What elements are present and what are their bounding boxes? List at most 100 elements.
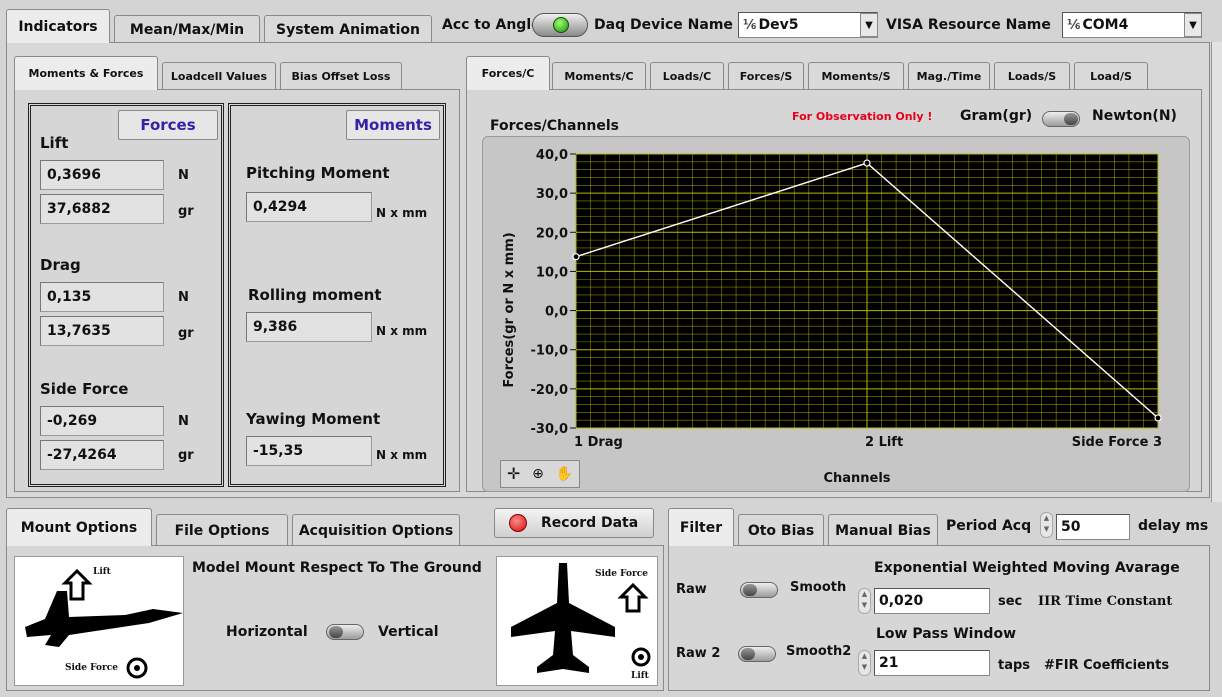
tab-moments-c[interactable]: Moments/C (552, 62, 646, 90)
smooth2-toggle[interactable] (738, 646, 776, 662)
y-tick-label: -20,0 (531, 383, 568, 398)
daq-dropdown-arrow[interactable]: ▼ (860, 13, 878, 37)
ewma-spinner[interactable]: ▲ ▼ (858, 588, 871, 614)
y-tick-label: -30,0 (531, 422, 568, 437)
side-force-gr-unit: gr (178, 448, 194, 463)
tab-forces-s[interactable]: Forces/S (728, 62, 804, 90)
acc-to-angle-toggle[interactable] (532, 13, 588, 37)
tab-indicators[interactable]: Indicators (6, 9, 110, 43)
moments-button[interactable]: Moments (346, 110, 440, 140)
lpw-title: Low Pass Window (876, 626, 1016, 642)
mount-orientation-toggle[interactable] (326, 624, 364, 640)
lpw-unit: taps (998, 658, 1031, 673)
tab-forces-c[interactable]: Forces/C (466, 56, 550, 90)
mount-title: Model Mount Respect To The Ground (192, 560, 482, 576)
pitching-moment-unit: N x mm (376, 206, 428, 220)
acc-to-angle-label: Acc to Angle (442, 17, 541, 33)
unit-toggle[interactable] (1042, 111, 1080, 127)
delay-ms-unit: delay ms (1138, 518, 1209, 534)
visa-resource-value: COM4 (1082, 17, 1129, 33)
side-force-gr-value: -27,4264 (40, 440, 164, 470)
tab-moments-forces[interactable]: Moments & Forces (14, 56, 158, 90)
lpw-input[interactable]: 21 (874, 650, 990, 676)
tab-acquisition-options[interactable]: Acquisition Options (292, 514, 460, 546)
visa-resource-select[interactable]: ⅙ COM4 (1062, 12, 1202, 38)
tab-loads-s[interactable]: Loads/S (994, 62, 1070, 90)
y-tick-label: -10,0 (531, 344, 568, 359)
data-point (572, 253, 580, 261)
x-tick-label: 2 Lift (865, 435, 903, 450)
visa-dropdown-arrow[interactable]: ▼ (1184, 13, 1202, 37)
lpw-spinner[interactable]: ▲ ▼ (858, 650, 871, 676)
toggle-led (553, 17, 569, 33)
smooth-label: Smooth (790, 580, 847, 595)
tab-mount-options[interactable]: Mount Options (6, 508, 152, 546)
drag-n-unit: N (178, 290, 189, 305)
forces-button[interactable]: Forces (118, 110, 218, 140)
daq-device-select[interactable]: ⅙ Dev5 (738, 12, 878, 38)
y-tick-label: 30,0 (536, 187, 568, 202)
y-tick-label: 20,0 (536, 226, 568, 241)
lift-small-label: Lift (93, 567, 111, 577)
daq-device-label: Daq Device Name (594, 17, 733, 33)
lift-label: Lift (40, 134, 69, 152)
pitching-moment-value: 0,4294 (246, 192, 372, 222)
smooth2-label: Smooth2 (786, 644, 852, 659)
smooth-toggle[interactable] (740, 582, 778, 598)
tab-mean-max-min[interactable]: Mean/Max/Min (114, 15, 260, 43)
tab-oto-bias[interactable]: Oto Bias (738, 514, 824, 546)
ewma-unit: sec (998, 594, 1023, 609)
jet-top-view-image: Side Force Lift (496, 556, 658, 686)
drag-label: Drag (40, 256, 81, 274)
record-data-button[interactable]: Record Data (494, 508, 654, 538)
ewma-title: Exponential Weighted Moving Avarage (874, 560, 1180, 576)
raw-label: Raw (676, 582, 707, 597)
raw2-label: Raw 2 (676, 646, 721, 661)
lift-n-unit: N (178, 168, 189, 183)
tab-filter[interactable]: Filter (668, 508, 734, 546)
x-axis-label: Channels (823, 471, 890, 486)
io-ring-icon: ⅙ (1067, 17, 1081, 33)
lift-n-value: 0,3696 (40, 160, 164, 190)
tab-loads-c[interactable]: Loads/C (650, 62, 724, 90)
rolling-moment-unit: N x mm (376, 324, 428, 338)
newton-label: Newton(N) (1092, 108, 1177, 124)
y-axis-label: Forces(gr or N x mm) (502, 232, 517, 387)
drag-gr-unit: gr (178, 326, 194, 341)
crosshair-icon[interactable]: ✛ (507, 466, 520, 482)
chart-title: Forces/Channels (490, 118, 620, 134)
ewma-input[interactable]: 0,020 (874, 588, 990, 614)
horizontal-label: Horizontal (226, 624, 308, 640)
tab-loadcell-values[interactable]: Loadcell Values (162, 62, 276, 90)
tab-moments-s[interactable]: Moments/S (808, 62, 904, 90)
y-tick-label: 0,0 (545, 305, 568, 320)
tab-manual-bias[interactable]: Manual Bias (828, 514, 938, 546)
tab-bias-offset-loss[interactable]: Bias Offset Loss (280, 62, 402, 90)
vertical-label: Vertical (378, 624, 439, 640)
io-ring-icon: ⅙ (743, 17, 757, 33)
side-force-n-unit: N (178, 414, 189, 429)
yawing-moment-value: -15,35 (246, 436, 372, 466)
pan-hand-icon[interactable]: ✋ (556, 466, 573, 482)
period-acq-input[interactable]: 50 (1056, 514, 1130, 540)
tab-mag-time[interactable]: Mag./Time (908, 62, 990, 90)
data-point (863, 159, 871, 167)
lift-right-label: Lift (631, 671, 649, 681)
lpw-desc: #FIR Coefficients (1044, 658, 1170, 673)
x-tick-label: 1 Drag (574, 435, 623, 450)
drag-gr-value: 13,7635 (40, 316, 164, 346)
ewma-desc: IIR Time Constant (1038, 594, 1173, 609)
lift-gr-unit: gr (178, 204, 194, 219)
zoom-icon[interactable]: ⊕ (532, 466, 544, 482)
yawing-moment-unit: N x mm (376, 448, 428, 462)
side-force-n-value: -0,269 (40, 406, 164, 436)
tab-file-options[interactable]: File Options (156, 514, 288, 546)
tab-system-animation[interactable]: System Animation (264, 15, 432, 43)
daq-device-value: Dev5 (758, 17, 799, 33)
drag-n-value: 0,135 (40, 282, 164, 312)
record-led-icon (509, 514, 527, 532)
lift-gr-value: 37,6882 (40, 194, 164, 224)
gram-label: Gram(gr) (960, 108, 1033, 124)
tab-load-s[interactable]: Load/S (1074, 62, 1148, 90)
period-acq-spinner[interactable]: ▲ ▼ (1040, 512, 1053, 538)
